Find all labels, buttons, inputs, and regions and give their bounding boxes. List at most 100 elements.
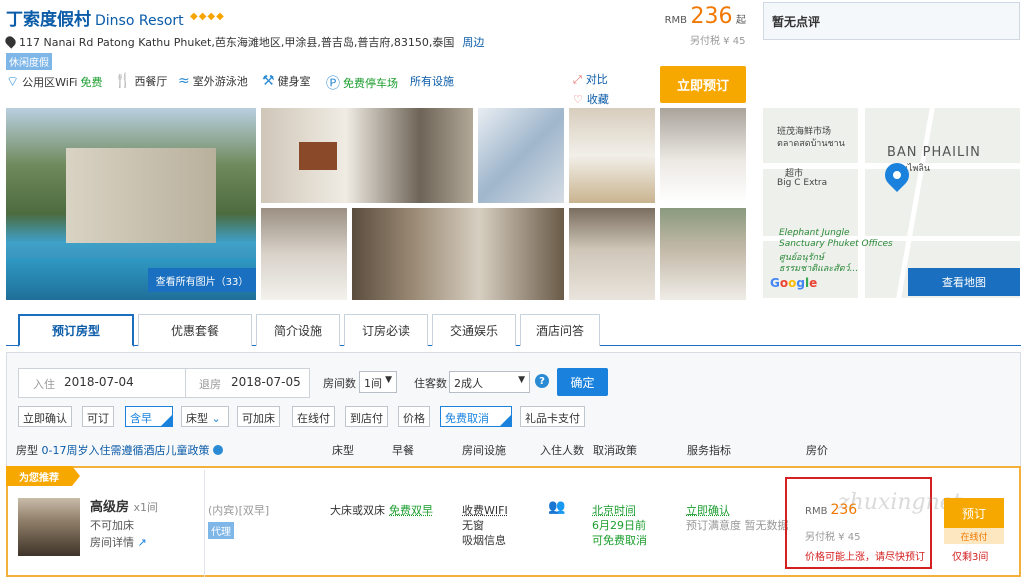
cancel-time[interactable]: 北京时间 [592,502,636,518]
filter-breakfast[interactable]: 含早 [125,406,173,427]
lowest-price: RMB 236 起 [664,4,746,29]
hotel-title: 丁索度假村 Dinso Resort [6,5,184,30]
filter-pay-online[interactable]: 在线付 [292,406,335,427]
price-tax: 另付税 ¥ 45 [690,36,746,47]
compare-button[interactable]: ⤢ 对比 [573,71,608,87]
confirm-button[interactable]: 确定 [557,368,608,396]
heart-icon: ♡ [573,93,583,106]
facility-restaurant: 🍴 西餐厅 [114,73,168,89]
parking-icon: Ⓟ [326,76,340,92]
bed-type: 大床或双床 [330,504,385,517]
recommend-badge: 为您推荐 [6,466,80,486]
hotel-name-cn: 丁索度假村 [6,10,91,30]
agent-badge: 代理 [208,522,234,539]
col-cancel: 取消政策 [593,444,637,457]
photo-bedroom-1[interactable] [569,108,655,203]
photo-bedroom-2[interactable] [660,108,746,203]
hotel-rating-icon: ◆◆◆◆ [190,11,225,22]
col-breakfast: 早餐 [392,444,414,457]
col-occupancy: 入住人数 [540,444,584,457]
filter-pay-hotel[interactable]: 到店付 [345,406,388,427]
filter-extra-bed[interactable]: 可加床 [237,406,280,427]
date-range[interactable]: 入住 2018-07-04 退房 2018-07-05 [18,368,310,398]
nearby-link[interactable]: 周边 [462,36,484,49]
child-policy-link[interactable]: 0-17周岁入住需遵循酒店儿童政策 [42,444,210,457]
price-amount: 236 [690,4,733,29]
gym-icon: ⚒ [262,73,275,89]
filter-price[interactable]: 价格 [398,406,430,427]
restaurant-icon: 🍴 [114,73,132,89]
tab-packages[interactable]: 优惠套餐 [138,314,252,346]
facility-pool: ≈ 室外游泳池 [178,73,248,89]
filter-instant-confirm[interactable]: 立即确认 [18,406,72,427]
rate-description: (内宾)[双早] [208,504,270,517]
location-pin-icon [3,34,18,49]
map-label: Big C Extra [777,178,828,188]
guests-select[interactable]: 2成人 ▼ [449,371,530,393]
google-logo: Google [770,276,818,290]
filter-bed-type[interactable]: 床型 ⌄ [181,406,229,427]
col-price: 房价 [806,444,828,457]
breakfast-info[interactable]: 免费双早 [389,502,433,518]
smoking-info: 吸烟信息 [462,534,506,547]
map-label: Sanctuary Phuket Offices [779,239,893,249]
arrow-icon: ↗ [137,536,147,549]
filter-available[interactable]: 可订 [82,406,114,427]
photo-bedroom-5[interactable] [660,208,746,300]
col-facilities: 房间设施 [462,444,506,457]
price-currency: RMB [664,15,687,26]
room-price: RMB 236 [805,502,858,518]
instant-confirm[interactable]: 立即确认 [686,502,730,518]
hotel-tag: 休闲度假 [6,53,52,70]
occupancy-icon: 👥 [548,499,565,515]
map-label: ธรรมชาติและสัตว์... [779,264,859,274]
room-photo[interactable] [18,498,80,556]
filter-free-cancel[interactable]: 免费取消 [440,406,512,427]
photo-bedroom-3[interactable] [261,208,347,300]
photo-suite[interactable] [352,208,564,300]
checkin-label: 入住 [33,378,55,391]
chevron-down-icon: ▼ [385,375,392,385]
help-icon[interactable]: ? [535,374,549,388]
info-icon[interactable] [212,445,223,455]
map-label: BAN PHAILIN [887,145,981,160]
tab-intro[interactable]: 简介设施 [256,314,340,346]
window-info: 无窗 [462,519,484,532]
tab-qa[interactable]: 酒店问答 [520,314,600,346]
filter-gift-card[interactable]: 礼品卡支付 [520,406,585,427]
tab-book-rooms[interactable]: 预订房型 [18,314,134,347]
favorite-button[interactable]: ♡ 收藏 [573,91,609,107]
view-all-photos-button[interactable]: 查看所有图片（33） [148,268,256,292]
wifi-info[interactable]: 收费WIFI [462,502,508,518]
rooms-left: 仅剩3间 [952,552,989,563]
tab-transport[interactable]: 交通娱乐 [432,314,516,346]
map-label: ตลาดสดบ้านชาน [777,139,845,149]
checkin-date[interactable]: 2018-07-04 [64,375,134,389]
room-book-button[interactable]: 预订 [944,498,1004,528]
photo-cushion[interactable] [478,108,564,203]
photo-lobby[interactable] [261,108,473,203]
address-text: 117 Nanai Rd Patong Kathu Phuket,芭东海滩地区,… [19,36,455,49]
view-map-button[interactable]: 查看地图 [908,268,1020,296]
pool-icon: ≈ [178,73,190,89]
photo-bedroom-4[interactable] [569,208,655,300]
review-box: 暂无点评 [763,2,1020,40]
room-name[interactable]: 高级房 x1间 [90,496,158,515]
checkout-date[interactable]: 2018-07-05 [231,375,301,389]
room-price-tax: 另付税 ¥ 45 [805,532,861,543]
col-service: 服务指标 [687,444,731,457]
col-bed: 床型 [332,444,354,457]
cancel-date: 6月29日前 [592,519,646,532]
rooms-select[interactable]: 1间 ▼ [359,371,397,393]
tab-notices[interactable]: 订房必读 [344,314,428,346]
hotel-address: 117 Nanai Rd Patong Kathu Phuket,芭东海滩地区,… [3,34,484,50]
chevron-down-icon: ⌄ [211,412,221,425]
price-warning: 价格可能上涨，请尽快预订 [805,552,925,563]
facility-parking: Ⓟ 免费停车场 [326,73,398,93]
book-now-button[interactable]: 立即预订 [660,66,746,103]
no-extra-bed: 不可加床 [90,519,134,532]
guests-label: 住客数 [414,377,447,390]
rooms-label: 房间数 [323,377,356,390]
room-details-link[interactable]: 房间详情 ↗ [90,534,147,550]
all-facilities-link[interactable]: 所有设施 [410,73,454,89]
